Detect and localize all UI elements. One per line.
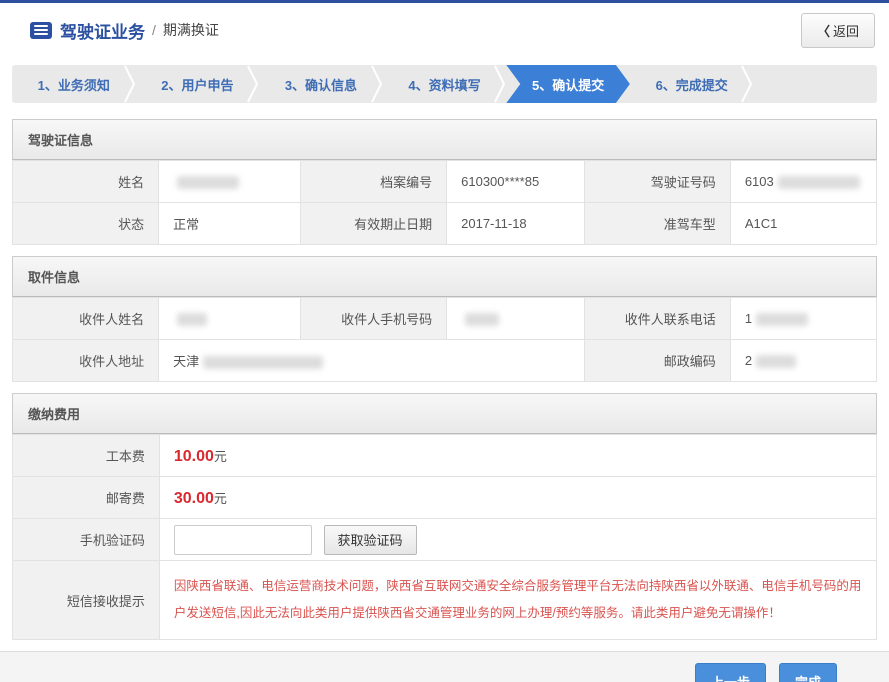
- redacted-value: [203, 356, 323, 369]
- recipient-name-label: 收件人姓名: [13, 298, 159, 340]
- step-label: 1、业务须知: [38, 75, 110, 94]
- step-5-confirm-submit[interactable]: 5、确认提交: [506, 65, 630, 103]
- fee-amount: 10.00: [174, 448, 214, 465]
- recipient-phone-value: 1: [730, 298, 876, 340]
- recipient-name-value: [159, 298, 301, 340]
- table-row: 手机验证码 获取验证码: [13, 519, 877, 561]
- step-label: 6、完成提交: [656, 75, 728, 94]
- phone-prefix: 1: [745, 311, 752, 326]
- vehicle-class-label: 准驾车型: [584, 203, 730, 245]
- address-value: 天津: [159, 340, 585, 382]
- step-label: 3、确认信息: [285, 75, 357, 94]
- fee-section: 缴纳费用 工本费 10.00元 邮寄费 30.00元 手机验证码 获取验证码 短…: [12, 393, 877, 640]
- step-6-complete-submit[interactable]: 6、完成提交: [630, 65, 754, 103]
- step-label: 4、资料填写: [408, 75, 480, 94]
- table-row: 工本费 10.00元: [13, 435, 877, 477]
- name-label: 姓名: [13, 161, 159, 203]
- step-bar-filler: [753, 65, 877, 103]
- redacted-value: [177, 176, 239, 189]
- redacted-value: [756, 313, 808, 326]
- section-title: 缴纳费用: [12, 393, 877, 434]
- table-row: 收件人地址 天津 邮政编码 2: [13, 340, 877, 382]
- name-value: [159, 161, 301, 203]
- table-row: 姓名 档案编号 610300****85 驾驶证号码 6103: [13, 161, 877, 203]
- sms-notice-label: 短信接收提示: [13, 561, 160, 640]
- step-4-fill-materials[interactable]: 4、资料填写: [383, 65, 507, 103]
- redacted-value: [756, 355, 796, 368]
- get-code-button[interactable]: 获取验证码: [324, 525, 417, 555]
- back-button[interactable]: 〈返回: [801, 13, 875, 48]
- mailing-fee-value: 30.00元: [159, 477, 876, 519]
- status-label: 状态: [13, 203, 159, 245]
- finish-button[interactable]: 完成: [779, 663, 837, 682]
- sms-code-input[interactable]: [174, 525, 312, 555]
- file-no-value: 610300****85: [447, 161, 585, 203]
- chevron-separator-icon: [371, 65, 383, 103]
- chevron-separator-icon: [247, 65, 259, 103]
- redacted-value: [177, 313, 207, 326]
- chevron-separator-icon: [124, 65, 136, 103]
- sms-code-cell: 获取验证码: [159, 519, 876, 561]
- license-no-prefix: 6103: [745, 174, 774, 189]
- step-label: 5、确认提交: [532, 75, 604, 94]
- step-navigation: 1、业务须知 2、用户申告 3、确认信息 4、资料填写 5、确认提交 6、完成提…: [12, 65, 877, 103]
- table-row: 邮寄费 30.00元: [13, 477, 877, 519]
- redacted-value: [778, 176, 860, 189]
- address-label: 收件人地址: [13, 340, 159, 382]
- fee-unit: 元: [214, 491, 227, 506]
- chevron-left-icon: 〈: [817, 24, 830, 39]
- page-title: 驾驶证业务: [60, 18, 145, 43]
- fee-unit: 元: [214, 449, 227, 464]
- production-fee-value: 10.00元: [159, 435, 876, 477]
- step-3-confirm-info[interactable]: 3、确认信息: [259, 65, 383, 103]
- production-fee-label: 工本费: [13, 435, 160, 477]
- address-prefix: 天津: [173, 354, 199, 369]
- table-row: 状态 正常 有效期止日期 2017-11-18 准驾车型 A1C1: [13, 203, 877, 245]
- section-title: 取件信息: [12, 256, 877, 297]
- step-2-user-declaration[interactable]: 2、用户申告: [136, 65, 260, 103]
- license-info-section: 驾驶证信息 姓名 档案编号 610300****85 驾驶证号码 6103 状态…: [12, 119, 877, 245]
- previous-step-button[interactable]: 上一步: [695, 663, 766, 682]
- file-no-label: 档案编号: [300, 161, 446, 203]
- section-title: 驾驶证信息: [12, 119, 877, 160]
- table-row: 收件人姓名 收件人手机号码 收件人联系电话 1: [13, 298, 877, 340]
- fee-amount: 30.00: [174, 490, 214, 507]
- status-value: 正常: [159, 203, 301, 245]
- license-no-label: 驾驶证号码: [584, 161, 730, 203]
- postal-value: 2: [730, 340, 876, 382]
- chevron-separator-icon: [494, 65, 506, 103]
- breadcrumb-separator: /: [152, 22, 156, 38]
- recipient-phone-label: 收件人联系电话: [584, 298, 730, 340]
- sms-code-label: 手机验证码: [13, 519, 160, 561]
- chevron-separator-icon: [741, 65, 753, 103]
- step-label: 2、用户申告: [161, 75, 233, 94]
- postal-prefix: 2: [745, 353, 752, 368]
- vehicle-class-value: A1C1: [730, 203, 876, 245]
- redacted-value: [465, 313, 499, 326]
- license-service-icon: [30, 22, 52, 39]
- page-header: 驾驶证业务 / 期满换证 〈返回: [0, 3, 889, 57]
- back-button-label: 返回: [833, 24, 859, 39]
- breadcrumb-current: 期满换证: [163, 20, 219, 40]
- postal-label: 邮政编码: [584, 340, 730, 382]
- table-row: 短信接收提示 因陕西省联通、电信运营商技术问题，陕西省互联网交通安全综合服务管理…: [13, 561, 877, 640]
- pickup-info-section: 取件信息 收件人姓名 收件人手机号码 收件人联系电话 1 收件人地址 天津 邮政…: [12, 256, 877, 382]
- sms-notice-cell: 因陕西省联通、电信运营商技术问题，陕西省互联网交通安全综合服务管理平台无法向持陕…: [159, 561, 876, 640]
- sms-notice-text: 因陕西省联通、电信运营商技术问题，陕西省互联网交通安全综合服务管理平台无法向持陕…: [174, 579, 862, 620]
- footer-action-bar: 上一步 完成: [0, 651, 889, 682]
- valid-until-label: 有效期止日期: [300, 203, 446, 245]
- license-no-value: 6103: [730, 161, 876, 203]
- valid-until-value: 2017-11-18: [447, 203, 585, 245]
- mailing-fee-label: 邮寄费: [13, 477, 160, 519]
- step-1-business-notice[interactable]: 1、业务须知: [12, 65, 136, 103]
- recipient-mobile-label: 收件人手机号码: [300, 298, 446, 340]
- recipient-mobile-value: [447, 298, 585, 340]
